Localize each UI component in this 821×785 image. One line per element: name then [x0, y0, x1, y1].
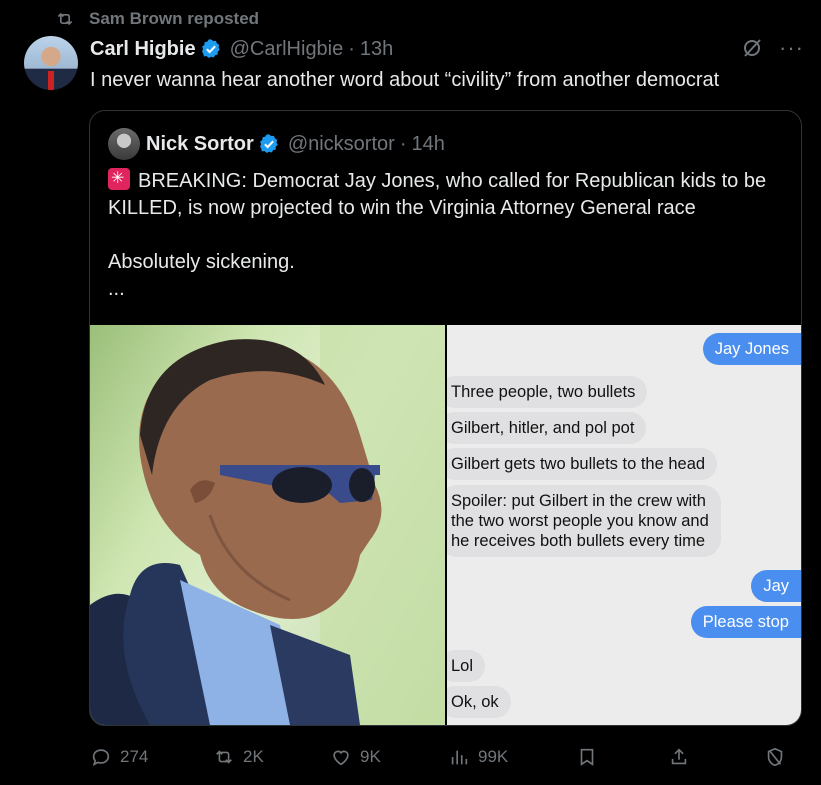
quoted-header: Nick Sortor @nicksortor · 14h [146, 131, 445, 157]
message-bubble-incoming: Spoiler: put Gilbert in the crew with th… [447, 485, 721, 557]
views-button[interactable]: 99K [448, 740, 508, 774]
grok-icon[interactable] [740, 36, 764, 60]
repost-indicator[interactable]: Sam Brown reposted [55, 8, 259, 30]
separator: · [399, 132, 407, 155]
verified-badge-icon[interactable] [258, 133, 280, 155]
quoted-text: BREAKING: Democrat Jay Jones, who called… [108, 168, 788, 303]
reply-icon [92, 749, 110, 766]
bookmark-button[interactable] [576, 740, 606, 774]
quoted-timestamp[interactable]: 14h [411, 133, 444, 156]
share-button[interactable] [668, 740, 698, 774]
message-bubble-incoming: Gilbert gets two bullets to the head [447, 448, 718, 480]
mute-button[interactable] [764, 740, 794, 774]
author-handle[interactable]: @CarlHigbie [230, 38, 344, 61]
author-name[interactable]: Carl Higbie [90, 38, 196, 61]
timestamp[interactable]: 13h [360, 38, 393, 61]
verified-badge-icon[interactable] [200, 38, 222, 60]
share-icon [671, 748, 687, 765]
action-bar: 274 2K 9K 99K [0, 740, 821, 774]
quoted-avatar[interactable] [108, 128, 140, 160]
quoted-text-line2: Absolutely sickening. [108, 251, 295, 273]
reply-count: 274 [120, 747, 149, 766]
like-count: 9K [360, 747, 381, 766]
photo-text-messages[interactable]: Jay Jones Three people, two bullets Gilb… [447, 325, 801, 725]
repost-icon [216, 750, 232, 764]
like-button[interactable]: 9K [330, 740, 381, 774]
message-bubble-incoming: Lol [447, 650, 486, 682]
tweet-header: Carl Higbie @CarlHigbie · 13h [90, 36, 393, 62]
photo-jay-jones[interactable] [90, 325, 445, 725]
heart-icon [333, 750, 349, 766]
bookmark-icon [580, 748, 594, 766]
message-bubble-incoming: Ok, ok [447, 686, 511, 718]
repost-button[interactable]: 2K [213, 740, 264, 774]
reply-button[interactable]: 274 [90, 740, 148, 774]
quoted-author-handle[interactable]: @nicksortor [288, 133, 395, 156]
repost-count: 2K [243, 747, 264, 766]
repost-icon [57, 12, 73, 26]
quoted-text-line1: BREAKING: Democrat Jay Jones, who called… [108, 170, 767, 219]
avatar[interactable] [24, 36, 78, 90]
shield-slash-icon [767, 747, 783, 767]
portrait-image [90, 325, 445, 725]
views-count: 99K [478, 747, 509, 766]
message-bubble-incoming: Three people, two bullets [447, 376, 648, 408]
siren-emoji-icon [108, 168, 130, 190]
tweet-text: I never wanna hear another word about “c… [90, 69, 720, 91]
repost-label: Sam Brown reposted [89, 9, 260, 28]
message-bubble-outgoing: Jay Jones [702, 333, 801, 365]
quoted-author-name[interactable]: Nick Sortor [146, 133, 254, 156]
message-bubble-incoming: Gilbert, hitler, and pol pot [447, 412, 647, 444]
media-grid: Jay Jones Three people, two bullets Gilb… [90, 325, 801, 725]
separator: · [348, 37, 355, 60]
quoted-text-ellipsis: ... [108, 278, 125, 300]
more-options-icon[interactable]: ··· [779, 36, 803, 60]
message-bubble-outgoing: Please stop [690, 606, 801, 638]
quoted-tweet[interactable]: Nick Sortor @nicksortor · 14h BREAKING: … [89, 110, 802, 726]
message-bubble-outgoing: Jay [751, 570, 801, 602]
views-chart-icon [451, 750, 468, 765]
